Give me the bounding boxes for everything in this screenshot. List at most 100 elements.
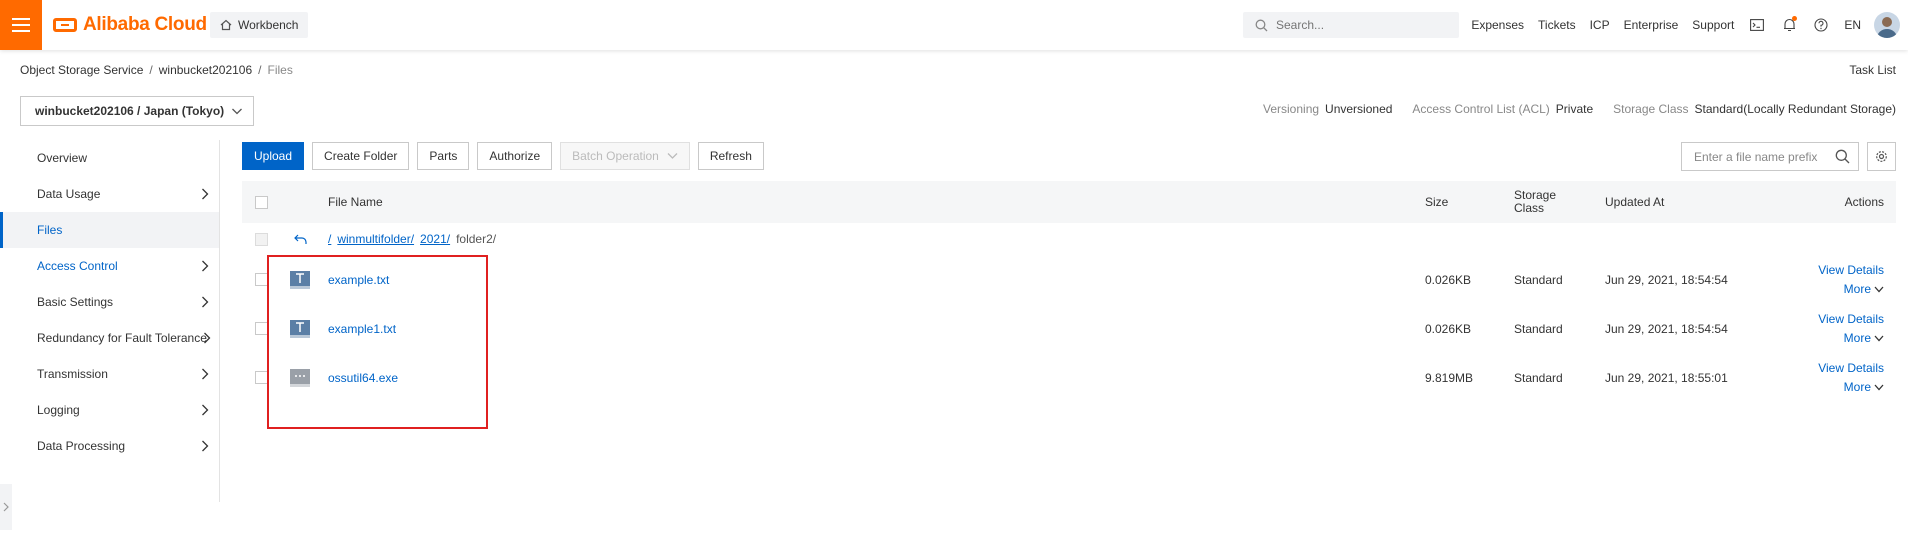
- acl-value: Private: [1555, 102, 1594, 116]
- sidebar-item-files[interactable]: Files: [0, 212, 219, 248]
- file-search[interactable]: [1681, 142, 1859, 171]
- file-storage-class: Standard: [1514, 321, 1563, 336]
- table-row: ossutil64.exe 9.819MB Standard Jun 29, 2…: [242, 353, 1896, 402]
- path-root-link[interactable]: /: [328, 232, 331, 246]
- bell-icon[interactable]: [1779, 15, 1799, 35]
- settings-button[interactable]: [1867, 142, 1896, 171]
- terminal-icon[interactable]: [1747, 15, 1767, 35]
- sidebar-item-data-processing[interactable]: Data Processing: [0, 428, 219, 464]
- row-checkbox[interactable]: [255, 322, 268, 335]
- col-updated-at: Updated At: [1605, 195, 1665, 209]
- nav-tickets[interactable]: Tickets: [1538, 18, 1576, 32]
- file-updated-at: Jun 29, 2021, 18:54:54: [1605, 272, 1728, 287]
- global-search-input[interactable]: [1276, 18, 1436, 32]
- create-folder-button[interactable]: Create Folder: [312, 142, 410, 170]
- col-size: Size: [1425, 195, 1449, 209]
- sidebar-item-label: Basic Settings: [37, 295, 114, 309]
- nav-icp[interactable]: ICP: [1590, 18, 1610, 32]
- breadcrumb-bucket[interactable]: winbucket202106: [159, 63, 252, 77]
- sidebar-item-label: Logging: [37, 403, 80, 417]
- sidebar-item-overview[interactable]: Overview: [0, 140, 219, 176]
- help-icon[interactable]: [1811, 15, 1831, 35]
- sidebar-item-transmission[interactable]: Transmission: [0, 356, 219, 392]
- sidebar-item-label: Transmission: [37, 367, 108, 381]
- chevron-right-icon: [3, 502, 9, 512]
- chevron-right-icon: [202, 368, 209, 380]
- sidebar-item-label: Overview: [37, 151, 88, 165]
- row-checkbox[interactable]: [255, 371, 268, 384]
- chevron-down-icon: [1874, 384, 1884, 390]
- more-menu[interactable]: More: [1844, 282, 1884, 296]
- file-storage-class: Standard: [1514, 272, 1563, 287]
- nav-expenses[interactable]: Expenses: [1471, 18, 1524, 32]
- search-icon[interactable]: [1835, 149, 1850, 164]
- file-search-input[interactable]: [1694, 149, 1834, 164]
- nav-enterprise[interactable]: Enterprise: [1624, 18, 1679, 32]
- nav-support[interactable]: Support: [1692, 18, 1734, 32]
- more-menu[interactable]: More: [1844, 380, 1884, 394]
- select-all-checkbox[interactable]: [255, 195, 268, 209]
- refresh-button[interactable]: Refresh: [697, 142, 764, 170]
- sidebar-collapse-handle[interactable]: [0, 484, 12, 530]
- global-search[interactable]: [1243, 12, 1459, 38]
- bucket-selector[interactable]: winbucket202106 / Japan (Tokyo): [20, 96, 254, 126]
- more-label: More: [1843, 380, 1871, 394]
- top-bar: Alibaba Cloud Workbench Expenses Tickets…: [0, 0, 1908, 50]
- more-menu[interactable]: More: [1844, 331, 1884, 345]
- back-icon[interactable]: [294, 234, 307, 245]
- path-segment-link[interactable]: 2021/: [420, 232, 450, 246]
- sidebar-item-redundancy[interactable]: Redundancy for Fault Tolerance: [0, 320, 219, 356]
- file-name-link[interactable]: ossutil64.exe: [328, 371, 398, 385]
- upload-button[interactable]: Upload: [242, 142, 305, 170]
- row-checkbox[interactable]: [255, 273, 268, 286]
- table-header: File Name Size Storage Class Updated At …: [242, 181, 1896, 223]
- file-name-link[interactable]: example.txt: [328, 273, 389, 287]
- file-toolbar: Upload Create Folder Parts Authorize Bat…: [242, 142, 764, 170]
- parts-button[interactable]: Parts: [417, 142, 470, 170]
- menu-icon[interactable]: [0, 0, 42, 50]
- top-nav: Expenses Tickets ICP Enterprise Support …: [1464, 0, 1908, 50]
- sidebar-item-data-usage[interactable]: Data Usage: [0, 176, 219, 212]
- avatar[interactable]: [1874, 12, 1900, 38]
- gear-icon: [1876, 151, 1887, 162]
- sidebar-item-label: Redundancy for Fault Tolerance: [37, 331, 207, 345]
- view-details-link[interactable]: View Details: [1818, 263, 1884, 277]
- text-file-icon: [290, 270, 310, 289]
- batch-operation-label: Batch Operation: [572, 149, 659, 163]
- authorize-button[interactable]: Authorize: [477, 142, 553, 170]
- chevron-right-icon: [204, 332, 211, 344]
- sidebar-item-logging[interactable]: Logging: [0, 392, 219, 428]
- sidebar-item-basic-settings[interactable]: Basic Settings: [0, 284, 219, 320]
- logo[interactable]: Alibaba Cloud: [53, 14, 207, 36]
- bucket-info: Versioning Unversioned Access Control Li…: [1263, 102, 1896, 116]
- sidebar-item-label: Data Processing: [37, 439, 126, 453]
- chevron-right-icon: [202, 260, 209, 272]
- file-size: 0.026KB: [1425, 272, 1472, 287]
- chevron-down-icon: [1874, 335, 1884, 341]
- workbench-button[interactable]: Workbench: [210, 12, 309, 38]
- folder-path: / winmultifolder/ 2021/ folder2/: [328, 223, 496, 255]
- more-label: More: [1843, 331, 1871, 345]
- workbench-label: Workbench: [238, 18, 299, 32]
- acl-label: Access Control List (ACL): [1412, 102, 1550, 116]
- file-name-link[interactable]: example1.txt: [328, 322, 396, 336]
- breadcrumb: Object Storage Service / winbucket202106…: [20, 63, 293, 77]
- view-details-link[interactable]: View Details: [1818, 312, 1884, 326]
- breadcrumb-oss[interactable]: Object Storage Service: [20, 63, 143, 77]
- sidebar-item-access-control[interactable]: Access Control: [0, 248, 219, 284]
- chevron-right-icon: [202, 440, 209, 452]
- view-details-link[interactable]: View Details: [1818, 361, 1884, 375]
- task-list-link[interactable]: Task List: [1849, 63, 1896, 77]
- language-switch[interactable]: EN: [1844, 18, 1861, 32]
- file-updated-at: Jun 29, 2021, 18:54:54: [1605, 321, 1728, 336]
- storage-class-value: Standard(Locally Redundant Storage): [1694, 102, 1896, 116]
- path-segment-link[interactable]: winmultifolder/: [337, 232, 414, 246]
- breadcrumb-files: Files: [267, 63, 293, 77]
- file-table: File Name Size Storage Class Updated At …: [242, 181, 1896, 402]
- chevron-down-icon: [1874, 286, 1884, 292]
- row-actions: View Details More: [1818, 353, 1884, 402]
- col-storage-class: Storage Class: [1514, 188, 1557, 215]
- col-actions: Actions: [1844, 195, 1884, 209]
- sidebar-item-label: Files: [37, 223, 63, 237]
- batch-operation-button[interactable]: Batch Operation: [560, 142, 690, 170]
